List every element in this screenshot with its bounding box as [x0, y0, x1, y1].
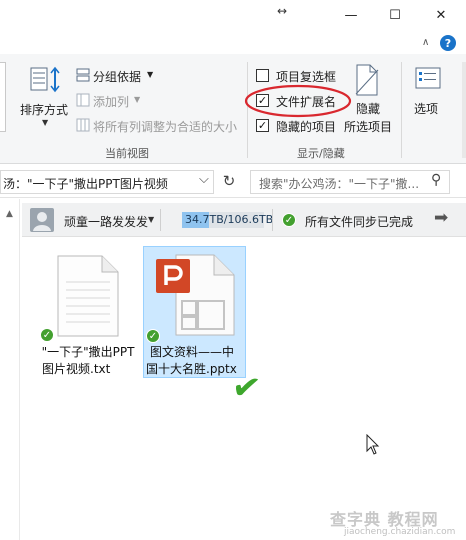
chevron-down-icon[interactable]: ⌵ [199, 172, 209, 187]
sync-separator [160, 209, 161, 231]
options-icon [415, 67, 441, 89]
add-column-button[interactable]: 添加列 ▼ [76, 92, 146, 110]
synced-badge-icon: ✓ [146, 329, 160, 343]
text-file-icon [57, 255, 119, 337]
close-button[interactable]: ✕ [418, 0, 464, 30]
search-box[interactable]: 搜索"办公鸡汤："一下子"撒... ⚲ [250, 170, 450, 194]
item-checkboxes-checkbox[interactable] [256, 69, 269, 82]
hide-selected-label-top: 隐藏 [356, 102, 381, 116]
search-placeholder: 搜索"办公鸡汤："一下子"撒... [259, 177, 420, 191]
add-column-label: 添加列 [93, 95, 130, 109]
ribbon-scroll-edge [462, 62, 466, 158]
sync-status-text: 所有文件同步已完成 [305, 215, 414, 229]
ribbon-tab-row [0, 32, 466, 54]
storage-text: 34.7TB/106.6TB [185, 213, 274, 226]
user-icon [33, 212, 51, 231]
chevron-down-icon[interactable]: ▼ [148, 215, 154, 224]
annotation-check-icon: ✔ [229, 366, 264, 410]
arrow-right-icon[interactable]: ➡ [434, 208, 448, 228]
sort-by-label: 排序方式 [20, 103, 69, 117]
partial-ribbon-button[interactable] [0, 62, 6, 132]
file-name-line1: "一下子"撒出PPT [41, 345, 135, 359]
hide-selected-label-bottom: 所选项目 [344, 120, 393, 134]
chevron-down-icon: ▼ [134, 95, 141, 104]
avatar[interactable] [30, 208, 54, 232]
hidden-items-toggle[interactable]: ✓ 隐藏的项目 [256, 117, 346, 135]
watermark-url: jiaocheng.chazidian.com [344, 527, 456, 537]
options-button[interactable]: 选项 [408, 66, 448, 116]
hide-selected-items-button[interactable]: 隐藏 所选项目 [342, 64, 394, 136]
options-label: 选项 [414, 102, 439, 116]
minimize-button[interactable]: — [328, 0, 374, 30]
ribbon [0, 54, 466, 164]
refresh-icon[interactable]: ↻ [220, 172, 238, 192]
file-item[interactable]: ✓ "一下子"撒出PPT 图片视频.txt [36, 248, 136, 378]
group-by-button[interactable]: 分组依据 ▼ [76, 67, 166, 85]
fit-columns-label: 将所有列调整为合适的大小 [93, 120, 238, 134]
search-icon[interactable]: ⚲ [431, 172, 441, 188]
file-name-line2: 国十大名胜.pptx [146, 362, 237, 376]
file-name: 图文资料——中 国十大名胜.pptx [146, 344, 244, 378]
sync-complete-icon: ✓ [282, 213, 296, 227]
group-by-icon [76, 68, 90, 82]
address-path: 汤："一下子"撒出PPT图片视频 [3, 177, 168, 191]
nav-expand-icon[interactable]: ▲ [6, 209, 13, 219]
file-item-selected[interactable]: ✓ 图文资料——中 国十大名胜.pptx [143, 246, 246, 378]
maximize-button[interactable]: ☐ [372, 0, 418, 30]
hidden-items-checkbox[interactable]: ✓ [256, 119, 269, 132]
chevron-down-icon: ▼ [147, 70, 154, 79]
file-name-line2: 图片视频.txt [42, 362, 111, 376]
sync-status-bar: 顽童一路发发发 ▼ 34.7TB/106.6TB ✓ 所有文件同步已完成 ➡ [22, 203, 466, 237]
hide-selected-icon [355, 64, 379, 96]
sort-icon [30, 66, 60, 93]
fit-columns-button[interactable]: 将所有列调整为合适的大小 [76, 117, 241, 135]
fit-columns-icon [76, 118, 90, 132]
ribbon-collapse-icon[interactable]: ∧ [422, 37, 429, 48]
show-hide-group-label: 显示/隐藏 [297, 147, 345, 160]
powerpoint-file-icon [156, 254, 235, 336]
address-bar[interactable]: 汤："一下子"撒出PPT图片视频 ⌵ [0, 170, 214, 194]
storage-meter: 34.7TB/106.6TB [182, 212, 273, 228]
group-by-label: 分组依据 [93, 70, 142, 84]
help-button[interactable]: ? [440, 35, 456, 51]
file-name-line1: 图文资料——中 [150, 345, 235, 359]
add-column-icon [76, 93, 90, 107]
ribbon-separator [401, 62, 402, 158]
sort-by-button[interactable]: 排序方式 ▼ [20, 66, 69, 146]
file-name: "一下子"撒出PPT 图片视频.txt [36, 344, 140, 378]
red-highlight-ellipse [244, 84, 352, 118]
current-view-group-label: 当前视图 [105, 147, 149, 160]
chevron-down-icon: ▼ [42, 118, 49, 127]
mouse-cursor-icon [366, 434, 380, 455]
hidden-items-label: 隐藏的项目 [276, 120, 337, 134]
sync-user-name: 顽童一路发发发 [64, 215, 149, 229]
drag-indicator-icon: ↔ [277, 4, 288, 18]
navigation-pane: ▲ [0, 199, 20, 540]
synced-badge-icon: ✓ [40, 328, 54, 342]
sync-separator [272, 209, 273, 231]
